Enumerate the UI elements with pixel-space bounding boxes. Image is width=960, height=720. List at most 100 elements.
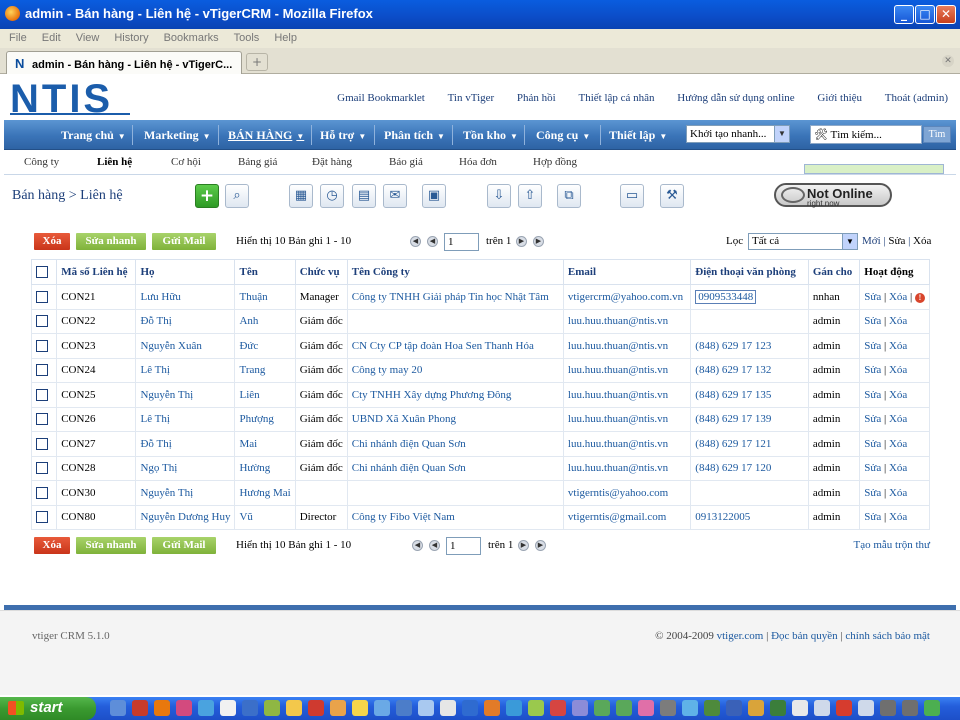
maximize-button[interactable]: □ — [915, 5, 935, 24]
email-cell-text[interactable]: vtigerntis@gmail.com — [568, 511, 666, 523]
nav-sales[interactable]: BÁN HÀNG ▼ — [228, 128, 304, 143]
mail-merge-link[interactable]: Tạo mẫu trộn thư — [853, 539, 930, 551]
first-name-cell-text[interactable]: Vũ — [239, 511, 252, 523]
minimize-button[interactable]: _ — [894, 5, 914, 24]
nav-home[interactable]: Trang chủ ▼ — [61, 128, 126, 143]
calculator-icon[interactable]: ▤ — [352, 184, 376, 208]
send-mail-button-bottom[interactable]: Gửi Mail — [152, 537, 216, 554]
row-checkbox[interactable] — [36, 290, 48, 303]
row-checkbox[interactable] — [36, 486, 48, 499]
app-icon[interactable] — [506, 700, 522, 716]
menu-view[interactable]: View — [67, 29, 106, 44]
next-page-icon[interactable]: ▶ — [516, 236, 527, 247]
col-company[interactable]: Tên Công ty — [346, 259, 564, 285]
row-checkbox[interactable] — [36, 511, 48, 524]
delete-link[interactable]: Xóa — [889, 389, 907, 401]
ie-icon[interactable] — [110, 700, 126, 716]
phone-cell-text[interactable]: 0913122005 — [695, 511, 750, 523]
settings-icon[interactable]: ⚒ — [660, 184, 684, 208]
send-mail-button[interactable]: Gửi Mail — [152, 233, 216, 250]
row-checkbox[interactable] — [36, 339, 48, 352]
nav-inventory[interactable]: Tồn kho ▼ — [463, 128, 518, 143]
menu-edit[interactable]: Edit — [33, 29, 67, 44]
email-cell[interactable]: luu.huu.thuan@ntis.vn — [562, 357, 692, 383]
link-feedback[interactable]: Phản hồi — [517, 92, 556, 104]
nav-marketing[interactable]: Marketing ▼ — [144, 128, 211, 143]
email-cell[interactable]: vtigerntis@yahoo.com — [562, 480, 692, 506]
phone-cell[interactable]: (848) 629 17 120 — [690, 455, 809, 481]
company-cell-text[interactable]: Công ty TNHH Giải pháp Tin học Nhật Tâm — [352, 291, 549, 303]
edit-link[interactable]: Sửa — [864, 291, 881, 303]
app-icon[interactable] — [330, 700, 346, 716]
app-icon[interactable] — [418, 700, 434, 716]
first-name-cell[interactable]: Hường — [234, 455, 296, 481]
first-name-cell[interactable]: Anh — [234, 308, 296, 334]
delete-button[interactable]: Xóa — [34, 233, 70, 250]
phone-cell[interactable]: (848) 629 17 135 — [690, 382, 809, 408]
phone-cell-text[interactable]: (848) 629 17 121 — [695, 438, 771, 450]
close-tab-icon[interactable]: ✕ — [942, 55, 954, 67]
link-my-preferences[interactable]: Thiết lập cá nhân — [578, 92, 654, 104]
app-icon[interactable] — [352, 700, 368, 716]
new-tab-button[interactable]: + — [246, 53, 268, 71]
delete-link[interactable]: Xóa — [889, 462, 907, 474]
app-icon[interactable] — [198, 700, 214, 716]
company-cell-text[interactable]: Công ty may 20 — [352, 364, 423, 376]
last-name-cell-text[interactable]: Lê Thị — [140, 413, 169, 425]
add-icon[interactable]: + — [195, 184, 219, 208]
row-checkbox[interactable] — [36, 364, 48, 377]
mass-edit-button[interactable]: Sửa nhanh — [76, 233, 146, 250]
app-icon[interactable] — [176, 700, 192, 716]
company-cell[interactable]: Chi nhánh điện Quan Sơn — [346, 431, 564, 457]
email-cell[interactable]: vtigercrm@yahoo.com.vn — [562, 284, 692, 310]
last-name-cell-text[interactable]: Nguyễn Thị — [140, 389, 193, 401]
link-vtiger-news[interactable]: Tin vTiger — [448, 92, 495, 104]
subnav-opportunities[interactable]: Cơ hội — [171, 156, 201, 168]
last-page-icon[interactable]: ▶ — [535, 540, 546, 551]
col-first-name[interactable]: Tên — [234, 259, 296, 285]
company-cell[interactable]: Cty TNHH Xây dựng Phương Đông — [346, 382, 564, 408]
menu-bookmarks[interactable]: Bookmarks — [155, 29, 225, 44]
browser-tab[interactable]: Nadmin - Bán hàng - Liên hệ - vTigerC... — [6, 51, 242, 74]
global-search-input[interactable]: 🛠 Tìm kiếm... — [810, 125, 922, 144]
subnav-invoices[interactable]: Hóa đơn — [459, 156, 497, 168]
nav-analytics[interactable]: Phân tích ▼ — [384, 128, 445, 143]
clock-icon[interactable]: ◷ — [320, 184, 344, 208]
company-cell[interactable] — [346, 308, 564, 334]
menu-file[interactable]: File — [0, 29, 33, 44]
first-name-cell-text[interactable]: Mai — [239, 438, 257, 450]
company-cell-text[interactable]: Chi nhánh điện Quan Sơn — [352, 438, 466, 450]
app-icon[interactable] — [550, 700, 566, 716]
quick-create-select[interactable]: Khởi tạo nhanh... ▼ — [686, 125, 790, 143]
phone-cell[interactable]: (848) 629 17 123 — [690, 333, 809, 359]
find-duplicates-icon[interactable]: ⧉ — [557, 184, 581, 208]
col-email[interactable]: Email — [562, 259, 692, 285]
first-name-cell-text[interactable]: Trang — [239, 364, 265, 376]
delete-link[interactable]: Xóa — [889, 364, 907, 376]
company-cell[interactable]: UBND Xã Xuân Phong — [346, 406, 564, 432]
delete-link[interactable]: Xóa — [889, 291, 907, 303]
chat-icon[interactable]: ✉ — [383, 184, 407, 208]
app-icon[interactable] — [726, 700, 742, 716]
first-name-cell[interactable]: Mai — [234, 431, 296, 457]
first-name-cell-text[interactable]: Phượng — [239, 413, 273, 425]
link-online-help[interactable]: Hướng dẫn sử dụng online — [677, 92, 794, 104]
app-icon[interactable] — [704, 700, 720, 716]
app-icon[interactable] — [440, 700, 456, 716]
last-name-cell[interactable]: Lưu Hữu — [135, 284, 236, 310]
subnav-sales-orders[interactable]: Đặt hàng — [312, 156, 352, 168]
last-name-cell-text[interactable]: Nguyễn Dương Huy — [140, 511, 230, 523]
row-checkbox[interactable] — [36, 462, 48, 475]
menu-help[interactable]: Help — [265, 29, 303, 44]
app-icon[interactable] — [220, 700, 236, 716]
phone-cell[interactable]: 0913122005 — [690, 504, 809, 530]
delete-link[interactable]: Xóa — [889, 315, 907, 327]
first-name-cell-text[interactable]: Hường — [239, 462, 270, 474]
prev-page-icon[interactable]: ◀ — [427, 236, 438, 247]
phone-cell-text[interactable]: (848) 629 17 123 — [695, 340, 771, 352]
nav-settings[interactable]: Thiết lập ▼ — [609, 128, 667, 143]
edit-link[interactable]: Sửa — [864, 511, 881, 523]
col-contact-id[interactable]: Mã số Liên hệ — [56, 259, 137, 285]
edit-link[interactable]: Sửa — [864, 413, 881, 425]
edit-link[interactable]: Sửa — [864, 462, 881, 474]
